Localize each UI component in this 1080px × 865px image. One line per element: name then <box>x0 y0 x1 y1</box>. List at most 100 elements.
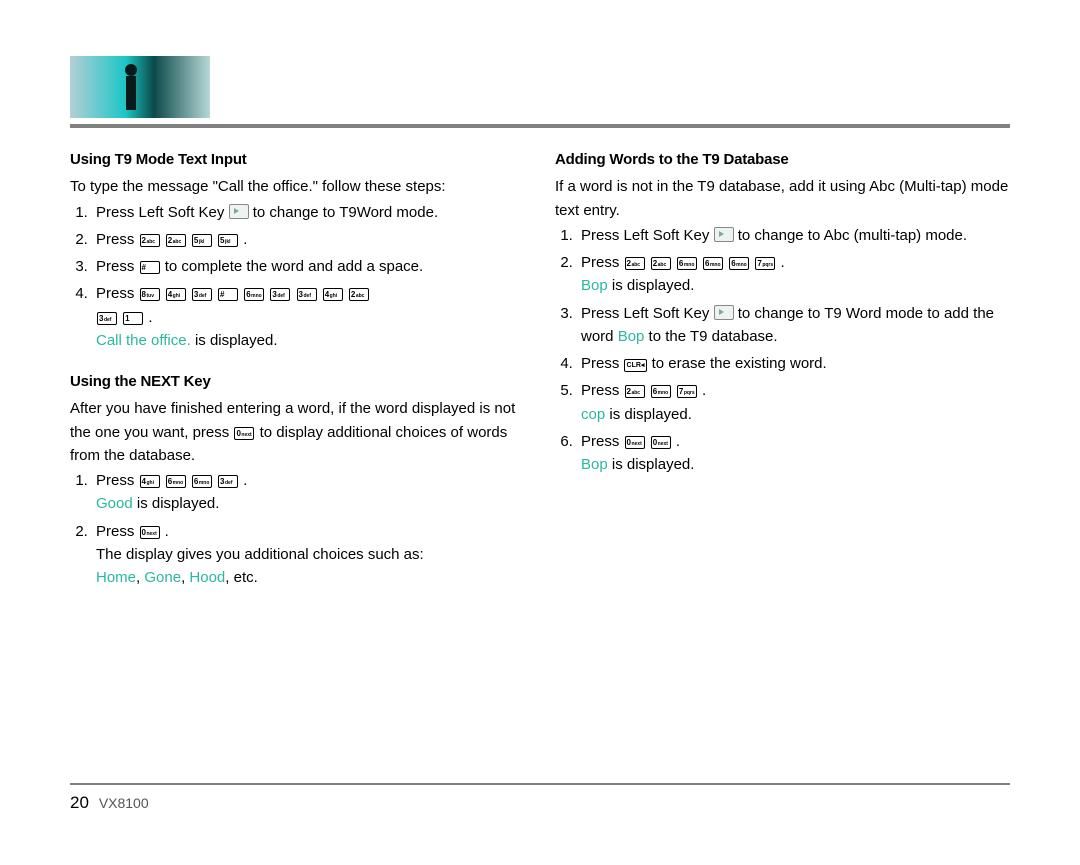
heading-next-key: Using the NEXT Key <box>70 370 525 393</box>
key-6mno-icon: 6mno <box>703 257 723 270</box>
key-hash-icon: # <box>218 288 238 301</box>
text: is displayed. <box>605 406 692 423</box>
key-0next-icon: 0next <box>234 427 254 440</box>
heading-t9-mode: Using T9 Mode Text Input <box>70 148 525 171</box>
key-4ghi-icon: 4ghi <box>323 288 343 301</box>
page-footer: 20 VX8100 <box>70 793 149 813</box>
add-step-5: Press 2abc 6mno 7pqrs . cop is displayed… <box>577 379 1010 426</box>
text: Press <box>581 355 624 372</box>
text: Press <box>96 285 139 302</box>
add-step-6: Press 0next 0next . Bop is displayed. <box>577 430 1010 477</box>
soft-key-icon <box>229 204 249 219</box>
text: Press <box>96 258 139 275</box>
text: is displayed. <box>608 456 695 473</box>
key-8tuv-icon: 8tuv <box>140 288 160 301</box>
text: Press Left Soft Key <box>581 305 714 322</box>
next-intro: After you have finished entering a word,… <box>70 397 525 467</box>
key-3def-icon: 3def <box>192 288 212 301</box>
intro-left: To type the message "Call the office." f… <box>70 175 525 198</box>
key-4ghi-icon: 4ghi <box>166 288 186 301</box>
content-columns: Using T9 Mode Text Input To type the mes… <box>70 148 1010 597</box>
text: to the T9 database. <box>644 328 777 345</box>
step-1: Press Left Soft Key to change to T9Word … <box>92 201 525 224</box>
text: to change to Abc (multi-tap) mode. <box>738 227 967 244</box>
key-4ghi-icon: 4ghi <box>140 475 160 488</box>
next-step-1: Press 4ghi 6mno 6mno 3def . Good is disp… <box>92 469 525 516</box>
display-text: cop <box>581 406 605 423</box>
key-6mno-icon: 6mno <box>192 475 212 488</box>
left-column: Using T9 Mode Text Input To type the mes… <box>70 148 525 597</box>
text: Press <box>96 231 139 248</box>
text: , etc. <box>225 569 258 586</box>
text: Press Left Soft Key <box>96 204 229 221</box>
display-text: Gone <box>144 569 181 586</box>
key-6mno-icon: 6mno <box>651 385 671 398</box>
text: is displayed. <box>191 332 278 349</box>
soft-key-icon <box>714 305 734 320</box>
key-2abc-icon: 2abc <box>166 234 186 247</box>
heading-add-words: Adding Words to the T9 Database <box>555 148 1010 171</box>
step-4: Press 8tuv 4ghi 3def # 6mno 3def 3def 4g… <box>92 282 525 352</box>
key-2abc-icon: 2abc <box>625 257 645 270</box>
key-hash-icon: # <box>140 261 160 274</box>
key-6mno-icon: 6mno <box>244 288 264 301</box>
right-column: Adding Words to the T9 Database If a wor… <box>555 148 1010 597</box>
display-text: Good <box>96 495 133 512</box>
add-step-4: Press CLR◂ to erase the existing word. <box>577 352 1010 375</box>
text: is displayed. <box>608 277 695 294</box>
steps-add: Press Left Soft Key to change to Abc (mu… <box>555 224 1010 477</box>
add-step-3: Press Left Soft Key to change to T9 Word… <box>577 302 1010 349</box>
footer-divider <box>70 783 1010 785</box>
text: The display gives you additional choices… <box>96 546 424 563</box>
text: Press <box>96 472 139 489</box>
key-2abc-icon: 2abc <box>625 385 645 398</box>
text: Press <box>96 523 139 540</box>
text: to complete the word and add a space. <box>165 258 424 275</box>
text: Press Left Soft Key <box>581 227 714 244</box>
key-7pqrs-icon: 7pqrs <box>677 385 697 398</box>
soft-key-icon <box>714 227 734 242</box>
key-3def-icon: 3def <box>297 288 317 301</box>
text: Press <box>581 254 624 271</box>
key-5jkl-icon: 5jkl <box>218 234 238 247</box>
step-3: Press # to complete the word and add a s… <box>92 255 525 278</box>
steps-next: Press 4ghi 6mno 6mno 3def . Good is disp… <box>70 469 525 589</box>
display-text: Hood <box>189 569 225 586</box>
add-step-1: Press Left Soft Key to change to Abc (mu… <box>577 224 1010 247</box>
key-1-icon: 1 <box>123 312 143 325</box>
display-text: Bop <box>581 277 608 294</box>
step-2: Press 2abc 2abc 5jkl 5jkl . <box>92 228 525 251</box>
top-divider <box>70 124 1010 128</box>
key-0next-icon: 0next <box>651 436 671 449</box>
key-2abc-icon: 2abc <box>349 288 369 301</box>
display-text: Bop <box>618 328 645 345</box>
key-6mno-icon: 6mno <box>166 475 186 488</box>
key-5jkl-icon: 5jkl <box>192 234 212 247</box>
page-number: 20 <box>70 793 89 812</box>
intro-right: If a word is not in the T9 database, add… <box>555 175 1010 222</box>
key-2abc-icon: 2abc <box>140 234 160 247</box>
text: is displayed. <box>133 495 220 512</box>
display-text: Home <box>96 569 136 586</box>
display-text: Call the office. <box>96 332 191 349</box>
key-2abc-icon: 2abc <box>651 257 671 270</box>
key-6mno-icon: 6mno <box>729 257 749 270</box>
text: Press <box>581 382 624 399</box>
key-3def-icon: 3def <box>218 475 238 488</box>
display-text: Bop <box>581 456 608 473</box>
add-step-2: Press 2abc 2abc 6mno 6mno 6mno 7pqrs . B… <box>577 251 1010 298</box>
key-0next-icon: 0next <box>625 436 645 449</box>
key-6mno-icon: 6mno <box>677 257 697 270</box>
key-7pqrs-icon: 7pqrs <box>755 257 775 270</box>
key-clr-icon: CLR◂ <box>624 359 648 372</box>
key-0next-icon: 0next <box>140 526 160 539</box>
text: to change to T9Word mode. <box>253 204 438 221</box>
text: Press <box>581 433 624 450</box>
header-photo <box>70 56 210 118</box>
text: to erase the existing word. <box>652 355 827 372</box>
key-3def-icon: 3def <box>97 312 117 325</box>
next-step-2: Press 0next . The display gives you addi… <box>92 520 525 590</box>
steps-t9: Press Left Soft Key to change to T9Word … <box>70 201 525 353</box>
key-3def-icon: 3def <box>270 288 290 301</box>
model-name: VX8100 <box>99 795 149 811</box>
